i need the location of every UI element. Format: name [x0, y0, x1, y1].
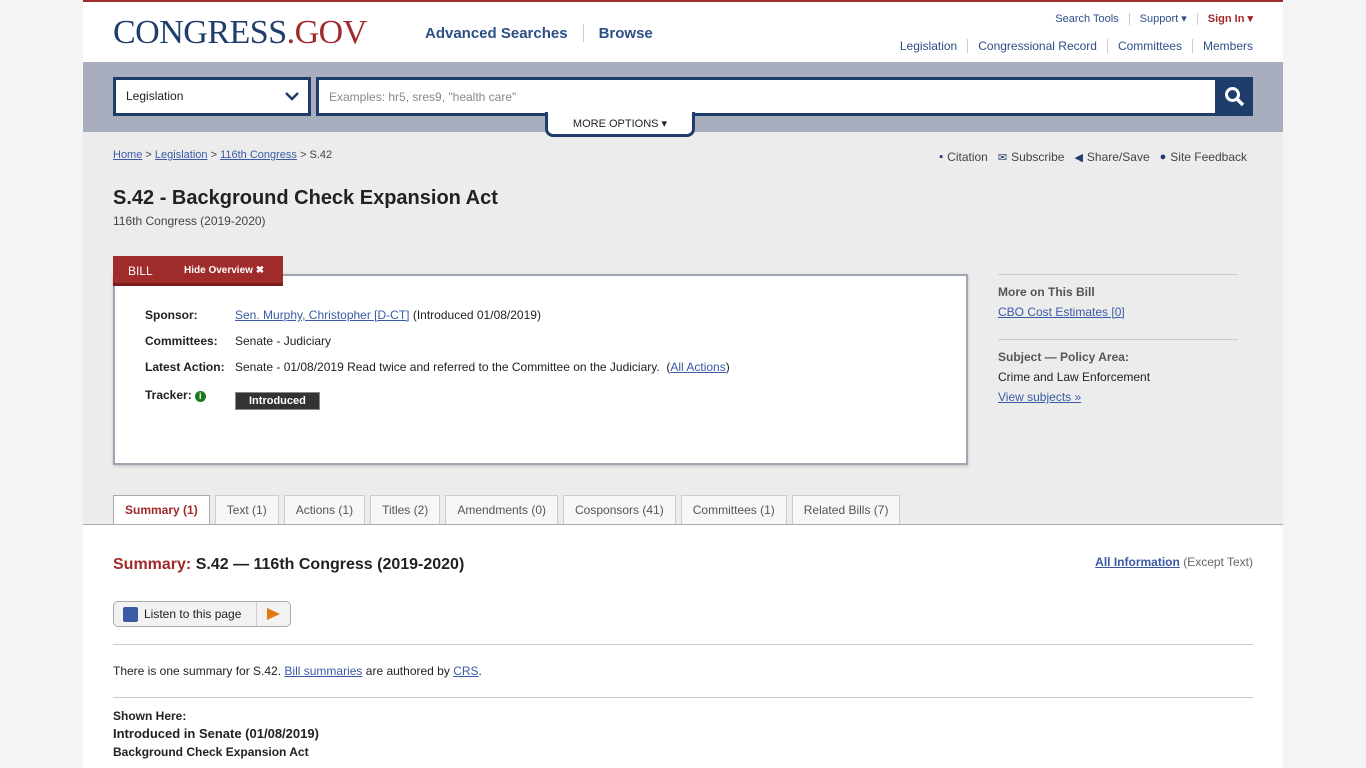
summary-note: There is one summary for S.42. Bill summ…	[113, 664, 482, 678]
cbo-cost-estimates-link[interactable]: CBO Cost Estimates [0]	[998, 305, 1125, 319]
tab-cosponsors[interactable]: Cosponsors (41)	[563, 495, 676, 525]
breadcrumb-116th-congress[interactable]: 116th Congress	[220, 149, 297, 161]
bill-tab: BILL Hide Overview ✖	[113, 256, 283, 286]
listen-button[interactable]: Listen to this page	[113, 601, 291, 627]
support-menu[interactable]: Support ▾	[1140, 12, 1187, 25]
summary-content: Summary: S.42 — 116th Congress (2019-202…	[83, 524, 1283, 768]
divider	[113, 644, 1253, 645]
breadcrumb: Home > Legislation > 116th Congress > S.…	[113, 149, 333, 161]
tracker-status-badge: Introduced	[235, 392, 320, 410]
policy-area: Crime and Law Enforcement	[998, 370, 1151, 384]
main-nav: Advanced Searches Browse	[425, 24, 653, 42]
bill-congress: 116th Congress (2019-2020)	[113, 214, 266, 228]
all-information: All Information (Except Text)	[1095, 555, 1253, 569]
search-icon	[1225, 87, 1245, 107]
nav-divider	[582, 24, 584, 42]
divider	[113, 697, 1253, 698]
tracker-row: Tracker: i Introduced	[145, 388, 320, 410]
search-input[interactable]: Examples: hr5, sres9, "health care"	[316, 77, 1218, 116]
shown-here: Shown Here: Introduced in Senate (01/08/…	[113, 709, 319, 759]
more-options-button[interactable]: MORE OPTIONS ▾	[545, 112, 695, 137]
search-button[interactable]	[1216, 77, 1253, 116]
share-save-button[interactable]: ◀ Share/Save	[1074, 150, 1149, 164]
all-information-link[interactable]: All Information	[1095, 555, 1180, 569]
tab-text[interactable]: Text (1)	[214, 495, 279, 525]
congress-gov-logo[interactable]: CONGRESS.GOV	[113, 14, 367, 52]
bill-title: S.42 - Background Check Expansion Act	[113, 187, 498, 209]
latest-action-row: Latest Action: Senate - 01/08/2019 Read …	[145, 360, 730, 374]
tab-titles[interactable]: Titles (2)	[370, 495, 441, 525]
bill-overview: Sponsor: Sen. Murphy, Christopher [D-CT]…	[113, 274, 968, 465]
bill-summaries-link[interactable]: Bill summaries	[284, 664, 362, 678]
members-link[interactable]: Members	[1203, 39, 1253, 53]
citation-icon: ▪	[939, 151, 944, 163]
breadcrumb-home[interactable]: Home	[113, 149, 142, 161]
site-feedback-button[interactable]: ● Site Feedback	[1160, 150, 1247, 164]
committees-link[interactable]: Committees	[1118, 39, 1182, 53]
sponsor-link[interactable]: Sen. Murphy, Christopher [D-CT]	[235, 308, 410, 322]
more-on-this-bill: More on This Bill CBO Cost Estimates [0]…	[998, 274, 1238, 424]
play-button[interactable]	[256, 602, 290, 626]
advanced-searches-link[interactable]: Advanced Searches	[425, 25, 568, 42]
bill-tabs: Summary (1) Text (1) Actions (1) Titles …	[113, 495, 905, 526]
play-icon	[267, 608, 280, 620]
hide-overview-button[interactable]: Hide Overview ✖	[184, 265, 264, 276]
site-header: CONGRESS.GOV Advanced Searches Browse Se…	[83, 0, 1283, 62]
breadcrumb-current: S.42	[309, 149, 333, 161]
page: CONGRESS.GOV Advanced Searches Browse Se…	[83, 0, 1283, 768]
share-icon: ◀	[1074, 151, 1083, 164]
crs-link[interactable]: CRS	[453, 664, 478, 678]
comment-icon: ●	[1159, 151, 1167, 163]
sign-in-menu[interactable]: Sign In ▾	[1208, 12, 1253, 25]
chevron-down-icon	[285, 92, 299, 101]
utility-nav: Search Tools Support ▾ Sign In ▾	[1055, 12, 1253, 25]
collection-select[interactable]: Legislation	[113, 77, 311, 116]
all-actions-link[interactable]: All Actions	[670, 360, 725, 374]
page-actions: ▪ Citation ✉ Subscribe ◀ Share/Save ● Site F…	[929, 150, 1247, 164]
speaker-icon	[123, 607, 138, 622]
summary-heading: Summary: S.42 — 116th Congress (2019-202…	[113, 556, 465, 573]
section-nav: Legislation Congressional Record Committ…	[900, 39, 1253, 53]
envelope-icon: ✉	[997, 151, 1008, 164]
citation-button[interactable]: ▪ Citation	[939, 150, 988, 164]
legislation-link[interactable]: Legislation	[900, 39, 957, 53]
browse-link[interactable]: Browse	[599, 25, 653, 42]
info-icon[interactable]: i	[194, 391, 206, 402]
search-tools-link[interactable]: Search Tools	[1055, 13, 1118, 25]
search-bar: Legislation Examples: hr5, sres9, "healt…	[83, 62, 1283, 137]
tab-related-bills[interactable]: Related Bills (7)	[791, 495, 901, 525]
committees-row: Committees: Senate - Judiciary	[145, 334, 332, 348]
subscribe-button[interactable]: ✉ Subscribe	[998, 150, 1065, 164]
view-subjects-link[interactable]: View subjects »	[998, 390, 1081, 404]
breadcrumb-legislation[interactable]: Legislation	[155, 149, 208, 161]
tab-actions[interactable]: Actions (1)	[283, 495, 366, 525]
congressional-record-link[interactable]: Congressional Record	[978, 39, 1097, 53]
tab-amendments[interactable]: Amendments (0)	[445, 495, 559, 525]
tab-summary[interactable]: Summary (1)	[113, 495, 210, 526]
sponsor-row: Sponsor: Sen. Murphy, Christopher [D-CT]…	[145, 308, 541, 322]
tab-committees[interactable]: Committees (1)	[680, 495, 787, 525]
